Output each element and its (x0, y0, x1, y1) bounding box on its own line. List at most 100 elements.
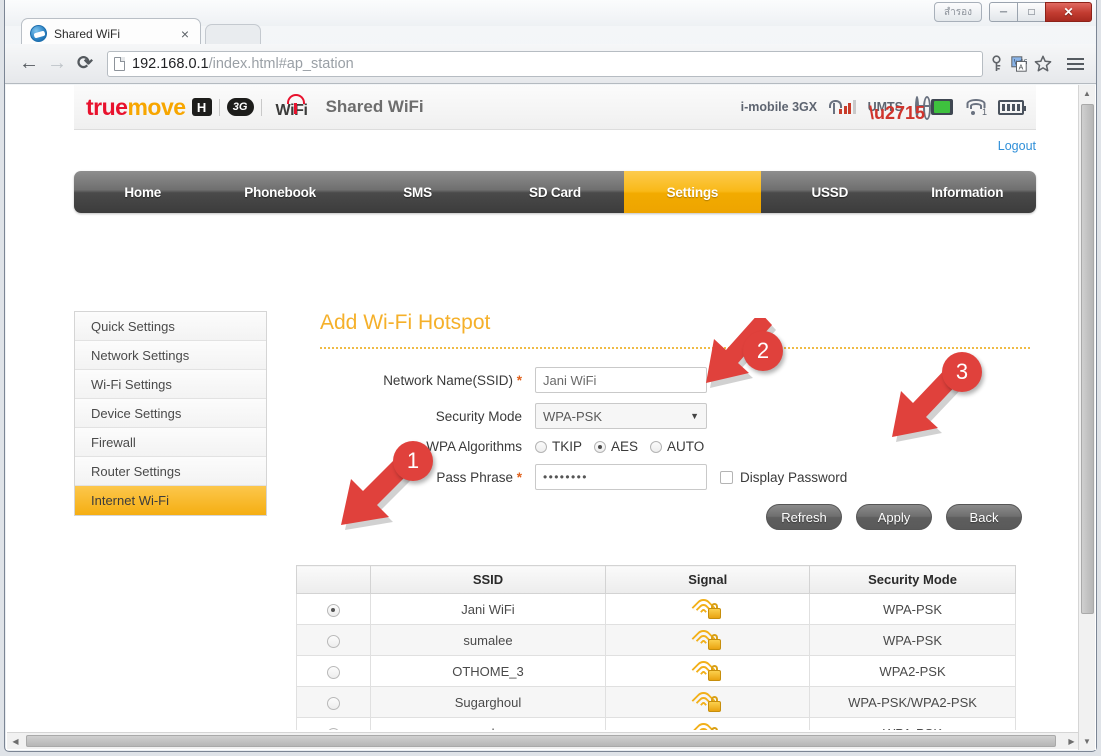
tab-strip: Shared WiFi × (5, 14, 1096, 48)
table-header-row: SSID Signal Security Mode (296, 565, 1016, 594)
row-ssid: OTHOME_3 (369, 655, 607, 687)
bookmark-star-icon[interactable] (1034, 55, 1052, 73)
radio-auto-icon[interactable] (650, 440, 663, 453)
wifi-lock-icon (691, 595, 722, 620)
row-signal (605, 593, 811, 625)
sidebar-item-wifi-settings[interactable]: Wi-Fi Settings (75, 370, 266, 399)
sidebar-item-network-settings[interactable]: Network Settings (75, 341, 266, 370)
sidebar-item-router-settings[interactable]: Router Settings (75, 457, 266, 486)
nav-tab-phonebook[interactable]: Phonebook (211, 171, 348, 213)
row-ssid: Sugarghoul (369, 686, 607, 718)
screenshot-root: สำรอง ─ □ ✕ Shared WiFi × ← → ⟳ 192.168.… (0, 0, 1101, 756)
hscroll-left-arrow[interactable]: ◀ (7, 733, 24, 749)
logout-link[interactable]: Logout (998, 139, 1036, 153)
ssid-label-text: Network Name(SSID) (383, 372, 513, 388)
h-badge-icon: H (191, 98, 212, 116)
vertical-scrollbar[interactable]: ▲ ▼ (1078, 85, 1095, 750)
pass-phrase-field[interactable]: •••••••• (535, 464, 707, 490)
row-security: WPA-PSK (809, 593, 1016, 625)
display-password-row[interactable]: Display Password (720, 470, 847, 485)
translate-icon[interactable]: \u6587A (1011, 55, 1027, 72)
address-bar[interactable]: 192.168.0.1/index.html#ap_station (107, 50, 983, 77)
row-radio-icon[interactable] (326, 696, 340, 710)
site-header: true move H 3G WiFi Shared WiFi i-mobile… (74, 85, 1036, 130)
main-navigation: Home Phonebook SMS SD Card Settings USSD… (74, 171, 1036, 213)
vscroll-up-arrow[interactable]: ▲ (1079, 85, 1095, 102)
wpa-option-auto[interactable]: AUTO (650, 439, 704, 454)
nav-tab-settings[interactable]: Settings (623, 171, 762, 213)
row-signal (605, 655, 811, 687)
table-row[interactable]: Sugarghoul WPA-PSK/WPA2-PSK (296, 686, 1016, 718)
ssid-input[interactable] (535, 367, 707, 393)
row-select-cell[interactable] (296, 624, 371, 656)
url-text: 192.168.0.1/index.html#ap_station (132, 56, 354, 72)
wifi-brand-text: WiFi (275, 101, 308, 119)
pass-phrase-value: •••••••• (543, 470, 588, 484)
row-radio-icon[interactable] (326, 634, 340, 648)
nav-tab-ussd[interactable]: USSD (761, 171, 898, 213)
nav-tab-information[interactable]: Information (899, 171, 1036, 213)
table-row[interactable]: yok WPA-PSK (296, 717, 1016, 730)
row-ssid: yok (369, 717, 607, 730)
row-security: WPA-PSK (809, 717, 1016, 730)
nav-tab-sd-card[interactable]: SD Card (486, 171, 623, 213)
wpa-option-tkip[interactable]: TKIP (535, 439, 582, 454)
row-select-cell[interactable] (296, 717, 371, 730)
nav-tab-sms[interactable]: SMS (349, 171, 486, 213)
sidebar-item-internet-wifi[interactable]: Internet Wi-Fi (75, 486, 266, 515)
ssid-required-mark: * (516, 372, 522, 388)
sidebar-item-firewall[interactable]: Firewall (75, 428, 266, 457)
vscroll-down-arrow[interactable]: ▼ (1079, 733, 1095, 750)
row-radio-icon[interactable] (326, 603, 340, 617)
display-password-checkbox[interactable] (720, 470, 733, 484)
settings-sidebar: Quick Settings Network Settings Wi-Fi Se… (74, 311, 267, 516)
row-signal (605, 686, 811, 718)
page-info-icon[interactable] (114, 56, 125, 71)
hamburger-menu-icon[interactable] (1067, 57, 1084, 70)
back-button-form[interactable]: Back (946, 504, 1022, 530)
row-ssid: Jani WiFi (369, 593, 607, 625)
horizontal-scrollbar[interactable]: ◀ ▶ (7, 732, 1080, 749)
sidebar-item-quick-settings[interactable]: Quick Settings (75, 312, 266, 341)
back-button[interactable]: ← (15, 50, 43, 78)
vscroll-thumb[interactable] (1081, 104, 1094, 614)
table-head: SSID Signal Security Mode (296, 565, 1016, 594)
key-icon[interactable] (989, 55, 1004, 72)
th-select (296, 565, 371, 594)
security-mode-value: WPA-PSK (543, 408, 602, 424)
row-select-cell[interactable] (296, 655, 371, 687)
browser-toolbar: ← → ⟳ 192.168.0.1/index.html#ap_station … (5, 44, 1096, 84)
wpa-option-aes[interactable]: AES (594, 439, 638, 454)
forward-button[interactable]: → (43, 50, 71, 78)
toolbar-icons: \u6587A (989, 55, 1086, 73)
display-password-label: Display Password (740, 469, 848, 485)
security-mode-select[interactable]: WPA-PSK ▼ (535, 403, 707, 429)
annotation-marker-1: 1 (393, 441, 433, 481)
nav-tab-home[interactable]: Home (74, 171, 211, 213)
row-radio-icon[interactable] (326, 665, 340, 679)
tab-close-icon[interactable]: × (178, 27, 192, 41)
reload-button[interactable]: ⟳ (71, 50, 99, 78)
tab-title: Shared WiFi (54, 26, 121, 41)
annotation-marker-2: 2 (743, 331, 783, 371)
row-select-cell[interactable] (296, 686, 371, 718)
row-radio-icon[interactable] (326, 727, 340, 730)
table-row[interactable]: sumalee WPA-PSK (296, 624, 1016, 656)
table-row[interactable]: Jani WiFi WPA-PSK (296, 593, 1016, 625)
url-host: 192.168.0.1 (132, 55, 209, 72)
wifi-clients-icon: 1 (965, 99, 987, 117)
hscroll-thumb[interactable] (26, 735, 1056, 747)
row-security: WPA-PSK (809, 624, 1016, 656)
row-select-cell[interactable] (296, 593, 371, 625)
table-row[interactable]: OTHOME_3 WPA2-PSK (296, 655, 1016, 687)
sidebar-item-device-settings[interactable]: Device Settings (75, 399, 266, 428)
row-signal (605, 717, 811, 730)
radio-tkip-icon[interactable] (535, 440, 547, 453)
apply-button[interactable]: Apply (856, 504, 932, 530)
form-buttons: Refresh Apply Back (320, 504, 1030, 530)
radio-aes-icon[interactable] (594, 440, 607, 453)
panel-title: Add Wi-Fi Hotspot (320, 311, 491, 334)
refresh-button[interactable]: Refresh (766, 504, 842, 530)
wpa-algorithms-group: TKIP AES AUTO (535, 439, 704, 454)
title-separator (320, 347, 1030, 349)
